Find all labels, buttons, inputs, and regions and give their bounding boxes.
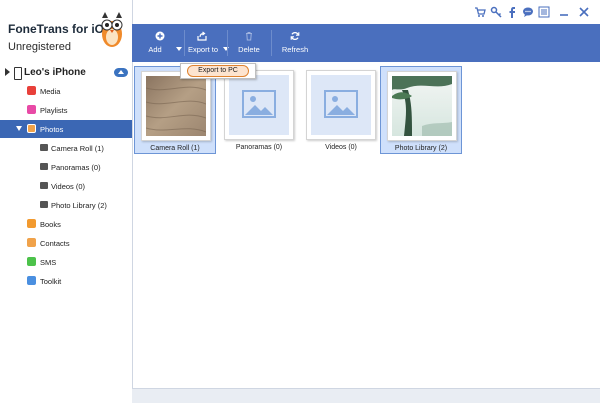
brand-area: FoneTrans for iOS Unregistered [0,0,132,60]
media-icon [27,86,36,95]
menu-icon[interactable] [538,6,550,18]
sidebar-item-books[interactable]: Books [0,215,132,233]
delete-label: Delete [238,45,260,54]
toolbar: Add Export to Delete Refresh [132,24,600,62]
image-placeholder-icon [311,75,371,135]
tree-photo-thumbnail [392,76,452,136]
sidebar-item-label: Camera Roll (1) [51,144,104,153]
contacts-icon [27,238,36,247]
add-button[interactable]: Add [138,24,182,62]
sidebar-item-panoramas[interactable]: Panoramas (0) [0,158,132,176]
cart-icon[interactable] [474,6,486,18]
album-panoramas[interactable]: Panoramas (0) [218,66,300,154]
album-caption: Photo Library (2) [394,145,448,152]
sidebar-item-contacts[interactable]: Contacts [0,234,132,252]
sidebar-item-toolkit[interactable]: Toolkit [0,272,132,290]
camera-icon [40,163,48,170]
expand-arrow-icon[interactable] [5,68,10,76]
add-icon [155,31,165,41]
sidebar: FoneTrans for iOS Unregistered Leo's iPh… [0,0,133,402]
sidebar-item-media[interactable]: Media [0,82,132,100]
device-name: Leo's iPhone [24,67,86,78]
export-dropdown-menu: Export to PC [180,63,256,79]
album-grid: Camera Roll (1) Panoramas (0) Videos (0) [132,62,600,388]
export-label: Export to [187,45,218,54]
sidebar-item-label: Toolkit [40,277,62,286]
sidebar-item-label: SMS [40,258,57,267]
sidebar-item-playlists[interactable]: Playlists [0,101,132,119]
sidebar-item-label: Playlists [40,106,68,115]
sidebar-item-photo-library[interactable]: Photo Library (2) [0,196,132,214]
sidebar-item-photos[interactable]: Photos [0,120,132,138]
facebook-icon[interactable] [506,6,518,18]
refresh-icon [290,31,300,41]
album-thumbnail [387,71,457,141]
sidebar-item-videos[interactable]: Videos (0) [0,177,132,195]
status-bar [132,388,600,403]
delete-button[interactable]: Delete [228,24,270,62]
camera-icon [40,144,48,151]
sidebar-item-label: Contacts [40,239,70,248]
refresh-button[interactable]: Refresh [272,24,318,62]
album-thumbnail [306,70,376,140]
image-placeholder-icon [229,75,289,135]
album-caption: Camera Roll (1) [150,145,200,152]
sidebar-item-label: Photos [40,125,64,134]
books-icon [27,219,36,228]
device-row[interactable]: Leo's iPhone [0,64,132,82]
sidebar-item-label: Media [40,87,61,96]
chat-icon[interactable] [522,6,534,18]
trash-icon [246,32,252,41]
export-icon [197,31,207,41]
registration-status: Unregistered [8,41,71,53]
menu-item-export-to-pc[interactable]: Export to PC [187,65,249,77]
mascot-logo-icon [101,12,123,47]
key-icon[interactable] [490,6,502,18]
playlist-icon [27,105,36,114]
album-caption: Panoramas (0) [235,144,283,151]
wood-photo-thumbnail [146,76,206,136]
camera-icon [40,182,48,189]
sidebar-item-label: Books [40,220,61,229]
album-caption: Videos (0) [325,144,357,151]
toolkit-icon [27,276,36,285]
collapse-arrow-icon[interactable] [16,126,22,131]
album-photo-library[interactable]: Photo Library (2) [380,66,462,154]
add-dropdown-caret-icon[interactable] [176,47,182,51]
sidebar-item-label: Panoramas (0) [51,163,101,172]
photos-icon [27,124,36,133]
sms-icon [27,257,36,266]
eject-icon[interactable] [114,68,128,77]
iphone-icon [14,67,22,80]
album-thumbnail [141,71,211,141]
album-thumbnail [224,70,294,140]
album-camera-roll[interactable]: Camera Roll (1) [134,66,216,154]
camera-icon [40,201,48,208]
close-icon[interactable] [578,6,590,18]
sidebar-item-sms[interactable]: SMS [0,253,132,271]
sidebar-item-label: Photo Library (2) [51,201,107,210]
sidebar-item-label: Videos (0) [51,182,86,191]
sidebar-item-camera-roll[interactable]: Camera Roll (1) [0,139,132,157]
export-button[interactable]: Export to [185,24,229,62]
album-videos[interactable]: Videos (0) [300,66,382,154]
minimize-icon[interactable] [558,6,570,18]
refresh-label: Refresh [281,45,309,54]
add-label: Add [148,45,162,54]
window-controls [470,6,600,20]
